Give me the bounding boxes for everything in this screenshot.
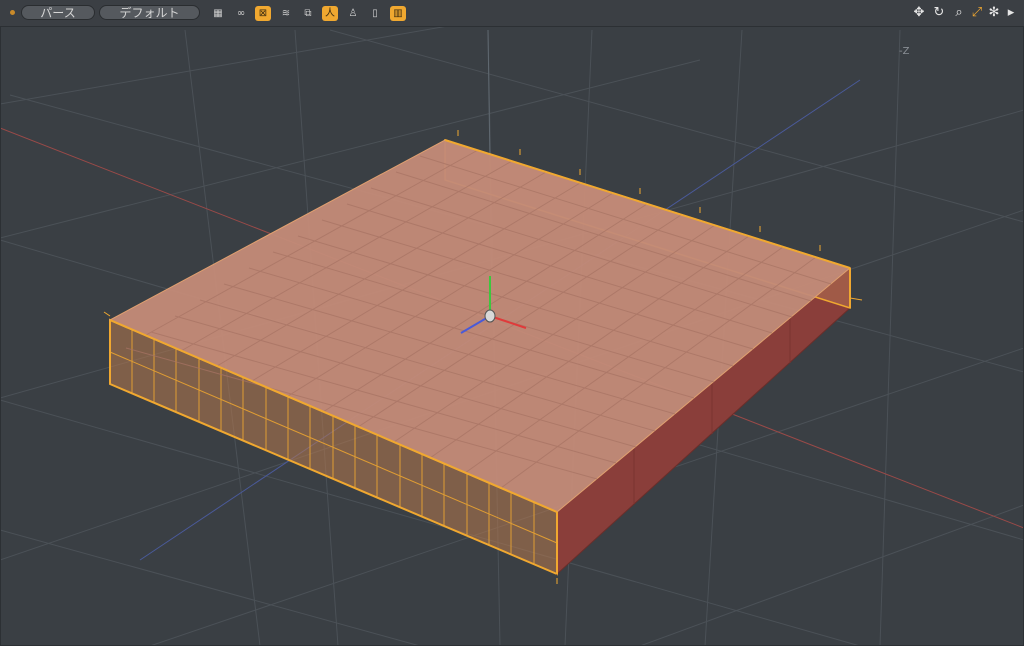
- axis-direction-label: -Z: [899, 46, 910, 57]
- viewport-toolbar: パース デフォルト ▦ ∞ ⊠ ≋ ⧉ 人 ♙ ▯ ▥ ✥ ↻ ⌕ ⤢ ✻ ▸: [0, 0, 1024, 27]
- scene-canvas[interactable]: [0, 0, 1024, 646]
- checker-icon[interactable]: ▦: [210, 6, 226, 21]
- 3d-viewport[interactable]: -Z パース デフォルト ▦ ∞ ⊠ ≋ ⧉ 人 ♙ ▯ ▥ ✥ ↻ ⌕ ⤢ ✻…: [0, 0, 1024, 646]
- rotate-icon[interactable]: ↻: [931, 5, 947, 21]
- maximize-icon[interactable]: ⤢: [969, 5, 985, 21]
- clip-icon[interactable]: ▯: [367, 6, 383, 21]
- layers-icon[interactable]: ⧉: [300, 6, 316, 21]
- viewport-menu-dot[interactable]: [10, 10, 15, 15]
- box-x-icon[interactable]: ⊠: [255, 6, 271, 21]
- book-icon[interactable]: ▥: [390, 6, 406, 21]
- figure-icon[interactable]: ♙: [345, 6, 361, 21]
- hatch-icon[interactable]: ≋: [278, 6, 294, 21]
- view-mode-button[interactable]: パース: [21, 5, 95, 20]
- move-icon[interactable]: ✥: [911, 5, 927, 21]
- shading-mode-button[interactable]: デフォルト: [99, 5, 200, 20]
- gizmo-center-handle[interactable]: [484, 309, 496, 323]
- zoom-icon[interactable]: ⌕: [951, 5, 967, 21]
- gear-icon[interactable]: ✻: [986, 5, 1002, 21]
- person-icon[interactable]: 人: [322, 6, 338, 21]
- play-arrow-icon[interactable]: ▸: [1003, 5, 1019, 21]
- rings-icon[interactable]: ∞: [233, 6, 249, 21]
